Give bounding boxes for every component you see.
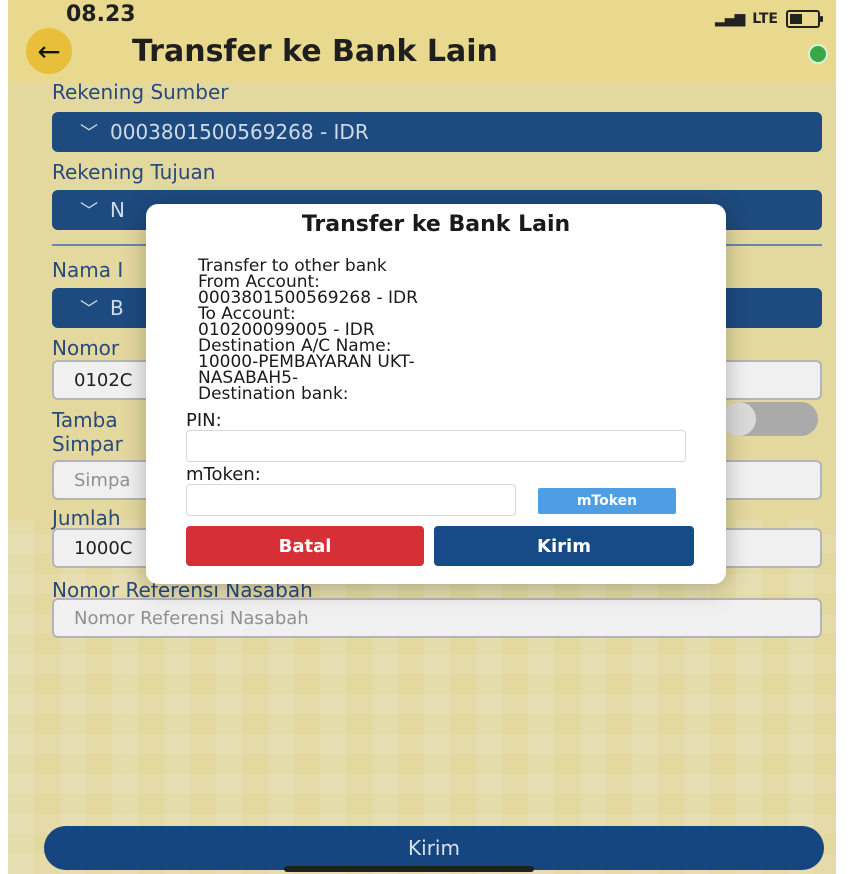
page-title: Transfer ke Bank Lain — [132, 34, 498, 69]
pin-input[interactable] — [186, 430, 686, 462]
confirm-dialog: Transfer ke Bank Lain Transfer to other … — [146, 204, 726, 584]
mtoken-input[interactable] — [186, 484, 516, 516]
app-screen: 08.23 ▂▄▆ LTE ← Transfer ke Bank Lain Re… — [8, 0, 836, 874]
back-button[interactable]: ← — [26, 28, 72, 74]
mtoken-button-label: mToken — [576, 493, 638, 509]
dialog-details: Transfer to other bank From Account: 000… — [198, 258, 628, 402]
dialog-title: Transfer ke Bank Lain — [301, 212, 571, 237]
detail-line: Destination bank: — [198, 384, 349, 403]
send-button[interactable]: Kirim — [434, 526, 694, 566]
signal-icon: ▂▄▆ — [714, 11, 745, 27]
cancel-button-label: Batal — [278, 535, 332, 557]
pin-label: PIN: — [186, 410, 222, 431]
mtoken-button[interactable]: mToken — [538, 488, 676, 514]
status-time: 08.23 — [66, 2, 136, 27]
network-label: LTE — [752, 11, 778, 27]
battery-icon — [786, 10, 823, 28]
top-bar: 08.23 ▂▄▆ LTE ← Transfer ke Bank Lain — [8, 0, 836, 82]
back-arrow-icon: ← — [37, 34, 61, 68]
cancel-button[interactable]: Batal — [186, 526, 424, 566]
status-dot-icon — [808, 44, 828, 64]
status-icons: ▂▄▆ LTE — [714, 10, 823, 28]
mtoken-label: mToken: — [186, 464, 261, 485]
send-button-label: Kirim — [537, 535, 591, 557]
